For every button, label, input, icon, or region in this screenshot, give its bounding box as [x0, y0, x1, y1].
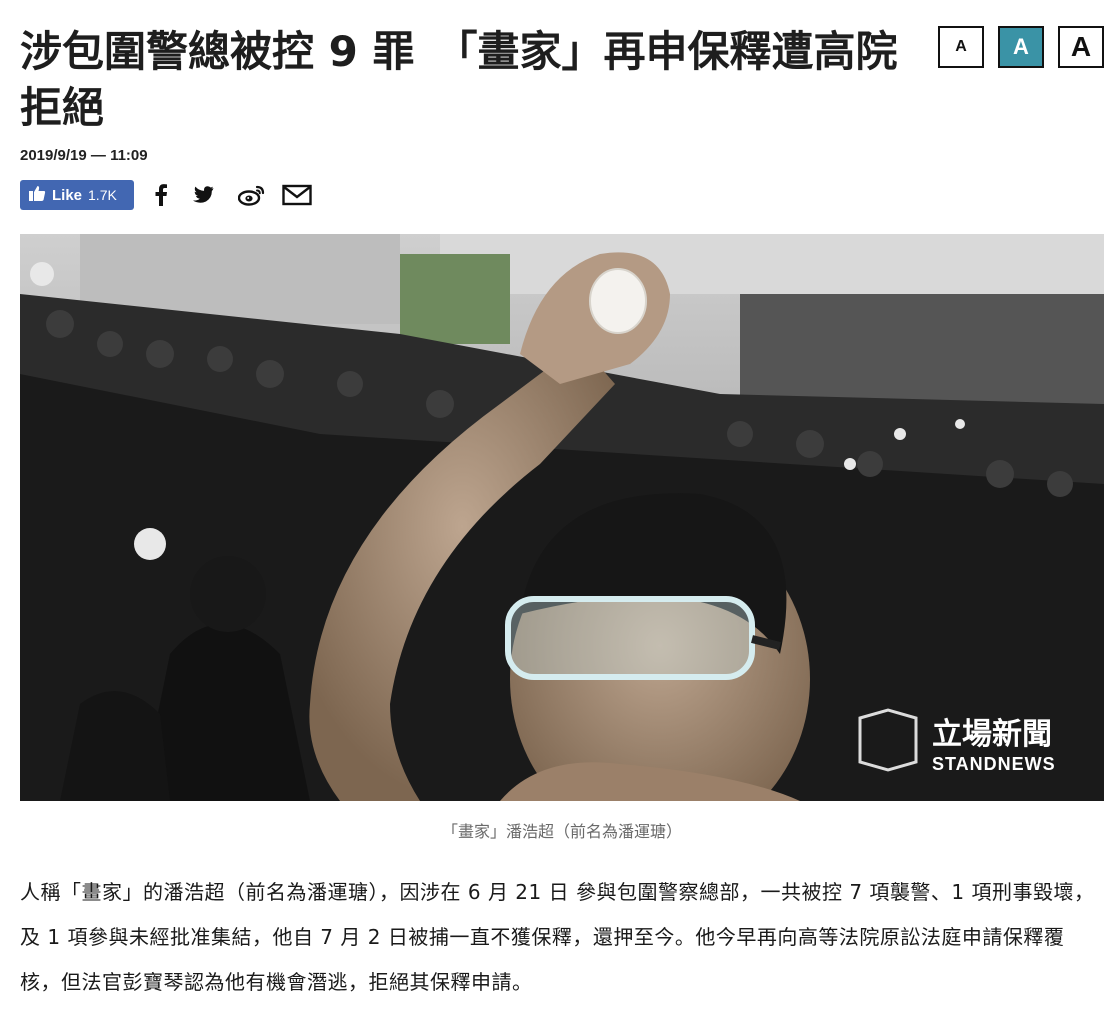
weibo-icon[interactable]: [238, 184, 266, 206]
watermark-english: STANDNEWS: [932, 754, 1056, 774]
thumbs-up-icon: [28, 184, 46, 207]
facebook-icon[interactable]: [154, 184, 168, 206]
font-size-small-button[interactable]: A: [938, 26, 984, 68]
article-headline: 涉包圍警總被控 9 罪 「畫家」再申保釋遭高院拒絕: [20, 27, 898, 132]
font-size-large-button[interactable]: A: [1058, 26, 1104, 68]
like-label: Like: [52, 186, 83, 204]
twitter-icon[interactable]: [192, 184, 218, 206]
share-bar: Like 1.7K: [20, 179, 312, 211]
facebook-like-button[interactable]: Like 1.7K: [20, 180, 134, 210]
watermark-chinese: 立場新聞: [932, 717, 1052, 752]
like-count: 1.7K: [88, 187, 117, 203]
article-body: 人稱「畫家」的潘浩超（前名為潘運瑭），因涉在 6 月 21 日 參與包圍警察總部…: [20, 880, 1095, 994]
article-dateline: 2019/9/19 — 11:09: [20, 147, 148, 164]
font-size-controls: A A A: [938, 26, 1104, 68]
photo-caption: 「畫家」潘浩超（前名為潘運瑭）: [441, 822, 682, 841]
font-size-medium-button[interactable]: A: [998, 26, 1044, 68]
email-icon[interactable]: [282, 184, 312, 206]
protest-photo: 立場新聞 STANDNEWS: [20, 234, 1104, 801]
